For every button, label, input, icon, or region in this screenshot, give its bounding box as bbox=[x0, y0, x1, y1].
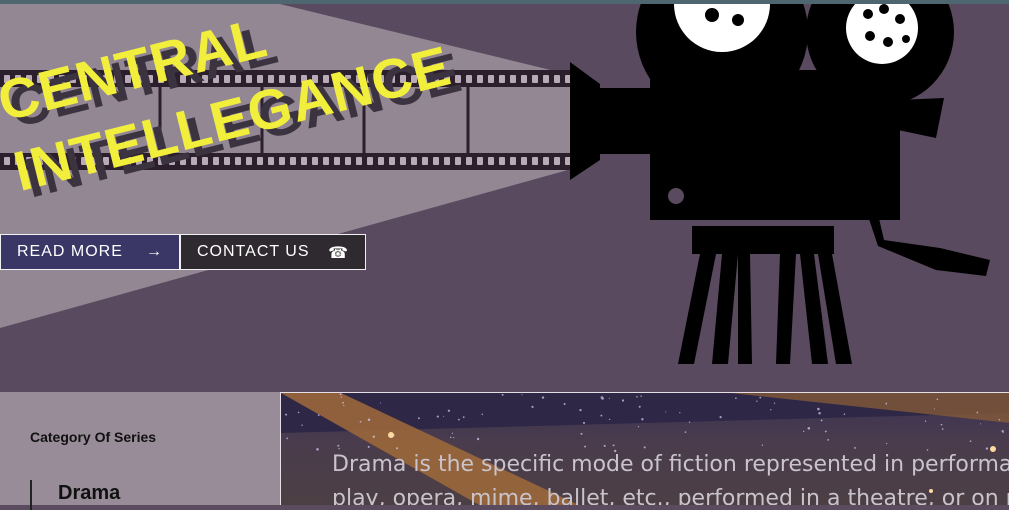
banner-line-2: play, opera, mime, ballet, etc., perform… bbox=[332, 486, 1009, 505]
sidebar-item-label: Drama bbox=[58, 482, 121, 504]
contact-us-button[interactable]: CONTACT US ☎ bbox=[180, 234, 366, 270]
contact-us-label: CONTACT US bbox=[197, 243, 310, 260]
category-sidebar: Category Of Series Drama bbox=[0, 392, 280, 510]
arrow-right-icon: → bbox=[146, 243, 163, 260]
read-more-label: READ MORE bbox=[17, 243, 123, 260]
sidebar-title: Category Of Series bbox=[30, 429, 157, 445]
banner-description: Drama is the specific mode of fiction re… bbox=[332, 448, 1009, 505]
sidebar-item-drama[interactable]: Drama bbox=[30, 480, 120, 510]
content-section: Category Of Series Drama Drama is the sp… bbox=[0, 392, 1009, 510]
read-more-button[interactable]: READ MORE → bbox=[0, 234, 180, 270]
banner-line-1: Drama is the specific mode of fiction re… bbox=[332, 452, 1009, 477]
drama-banner: Drama is the specific mode of fiction re… bbox=[280, 392, 1009, 505]
telephone-icon: ☎ bbox=[328, 245, 349, 262]
hero-title: CENTRAL INTELLEGANCE bbox=[0, 4, 560, 244]
hero-section: CENTRAL INTELLEGANCE READ MORE → CONTACT… bbox=[0, 4, 1009, 392]
